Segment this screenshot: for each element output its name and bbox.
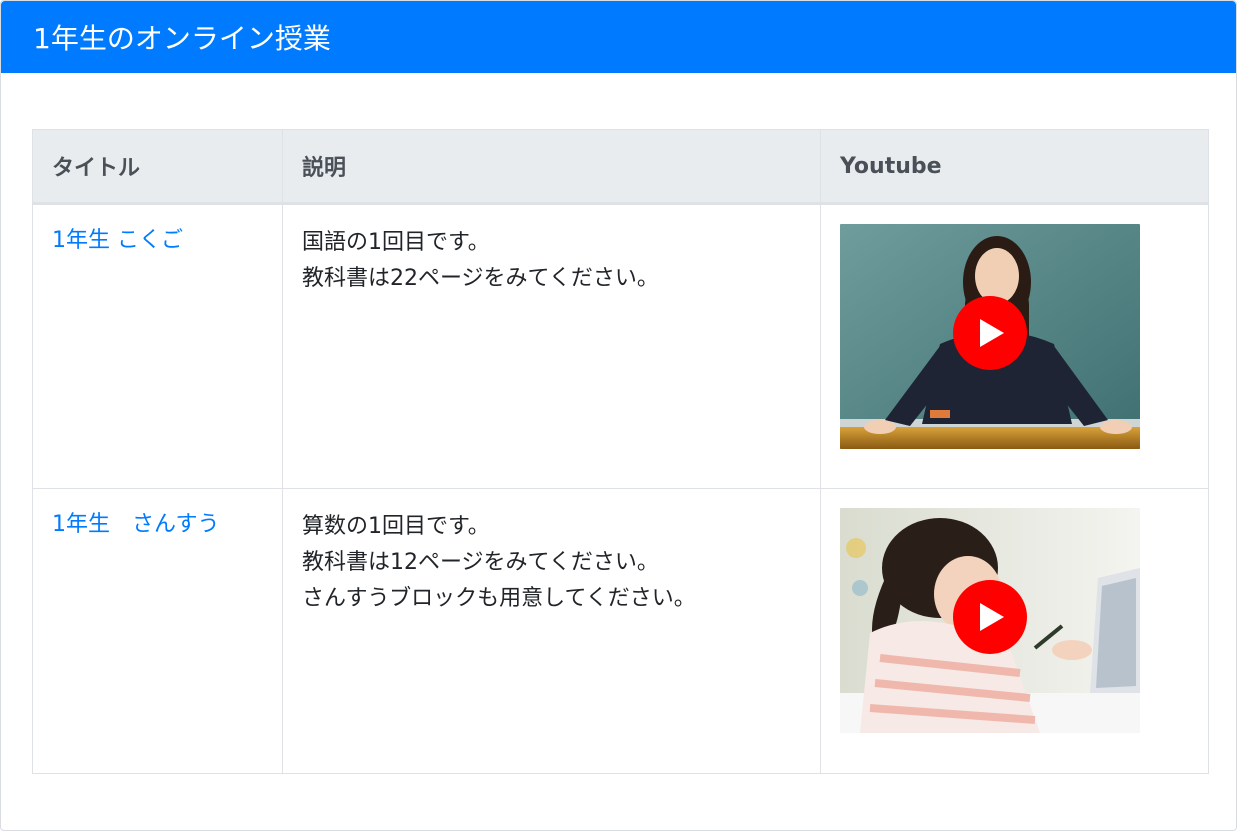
column-header-youtube: Youtube (820, 129, 1209, 205)
youtube-cell (820, 488, 1209, 774)
description-cell: 国語の1回目です。 教科書は22ページをみてください。 (282, 203, 821, 489)
page-title: 1年生のオンライン授業 (33, 22, 331, 55)
description-line: 算数の1回目です。 (302, 514, 490, 539)
table-header-row: タイトル 説明 Youtube (32, 129, 1209, 205)
student-video-thumbnail[interactable] (840, 508, 1140, 733)
table-row: 1年生 こくご 国語の1回目です。 教科書は22ページをみてください。 (32, 203, 1209, 489)
title-cell: 1年生 こくご (32, 203, 283, 489)
youtube-play-icon[interactable] (953, 296, 1027, 370)
lesson-card: 1年生のオンライン授業 タイトル 説明 Youtube 1年生 こくご 国語の1… (0, 0, 1237, 831)
card-header: 1年生のオンライン授業 (1, 1, 1236, 73)
youtube-play-icon[interactable] (953, 580, 1027, 654)
lesson-link-sansu[interactable]: 1年生 さんすう (52, 512, 220, 537)
lesson-link-kokugo[interactable]: 1年生 こくご (52, 228, 183, 253)
teacher-video-thumbnail[interactable] (840, 224, 1140, 449)
description-line: 教科書は22ページをみてください。 (302, 266, 659, 291)
column-header-description: 説明 (282, 129, 821, 205)
description-line: 教科書は12ページをみてください。 (302, 550, 659, 575)
description-cell: 算数の1回目です。 教科書は12ページをみてください。 さんすうブロックも用意し… (282, 488, 821, 774)
youtube-cell (820, 203, 1209, 489)
lesson-table-wrap: タイトル 説明 Youtube 1年生 こくご 国語の1回目です。 教科書は22… (32, 129, 1209, 774)
title-cell: 1年生 さんすう (32, 488, 283, 774)
description-line: 国語の1回目です。 (302, 230, 490, 255)
table-row: 1年生 さんすう 算数の1回目です。 教科書は12ページをみてください。 さんす… (32, 488, 1209, 774)
column-header-title: タイトル (32, 129, 283, 205)
lesson-table: タイトル 説明 Youtube 1年生 こくご 国語の1回目です。 教科書は22… (32, 129, 1209, 774)
description-line: さんすうブロックも用意してください。 (302, 586, 696, 611)
